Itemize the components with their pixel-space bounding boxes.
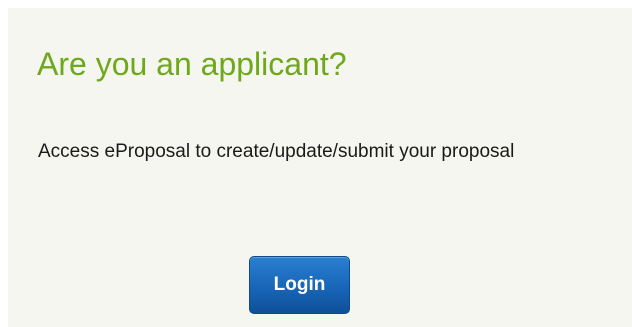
panel-title: Are you an applicant? <box>37 46 347 82</box>
applicant-panel: Are you an applicant? Access eProposal t… <box>8 8 632 327</box>
panel-description: Access eProposal to create/update/submit… <box>38 141 515 162</box>
login-button[interactable]: Login <box>249 256 350 314</box>
